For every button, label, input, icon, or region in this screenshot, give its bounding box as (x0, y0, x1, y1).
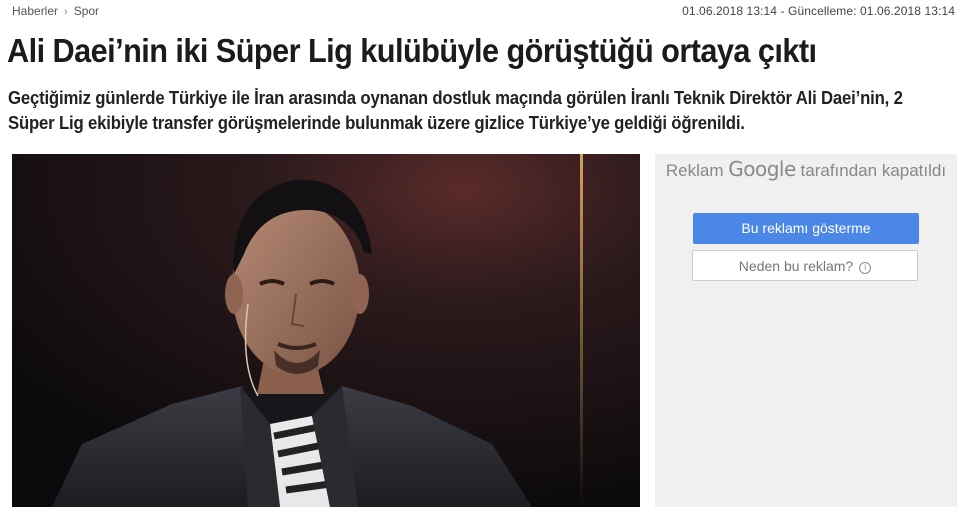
article-summary: Geçtiğimiz günlerde Türkiye ile İran ara… (8, 88, 903, 133)
ad-closed-message: Reklam Google tarafından kapatıldı (655, 158, 957, 182)
dont-show-ad-button[interactable]: Bu reklamı gösterme (693, 213, 919, 244)
article-title: Ali Daei’nin iki Süper Lig kulübüyle gör… (7, 32, 817, 69)
why-this-ad-button[interactable]: Neden bu reklam? i (692, 250, 918, 281)
breadcrumb-haberler[interactable]: Haberler (12, 4, 58, 18)
updated-label: - Güncelleme: (780, 4, 857, 18)
published-date: 01.06.2018 13:14 (682, 4, 778, 18)
google-logo-text: Google (728, 157, 796, 181)
breadcrumb-spor[interactable]: Spor (74, 4, 99, 18)
updated-date: 01.06.2018 13:14 (859, 4, 955, 18)
top-bar: Haberler › Spor 01.06.2018 13:14 - Güncell… (0, 0, 975, 24)
ad-closed-panel: Reklam Google tarafından kapatıldı Bu re… (655, 154, 957, 507)
article-dates: 01.06.2018 13:14 - Güncelleme: 01.06.201… (682, 4, 955, 18)
ad-header-suffix: tarafından kapatıldı (800, 161, 947, 180)
breadcrumb: Haberler › Spor (12, 4, 99, 18)
ad-header-prefix: Reklam (665, 161, 724, 180)
breadcrumb-separator: › (64, 6, 68, 18)
article-photo[interactable] (12, 154, 640, 507)
portrait-photo-icon (12, 154, 640, 507)
info-icon: i (859, 262, 872, 274)
why-this-ad-label: Neden bu reklam? (738, 258, 854, 274)
